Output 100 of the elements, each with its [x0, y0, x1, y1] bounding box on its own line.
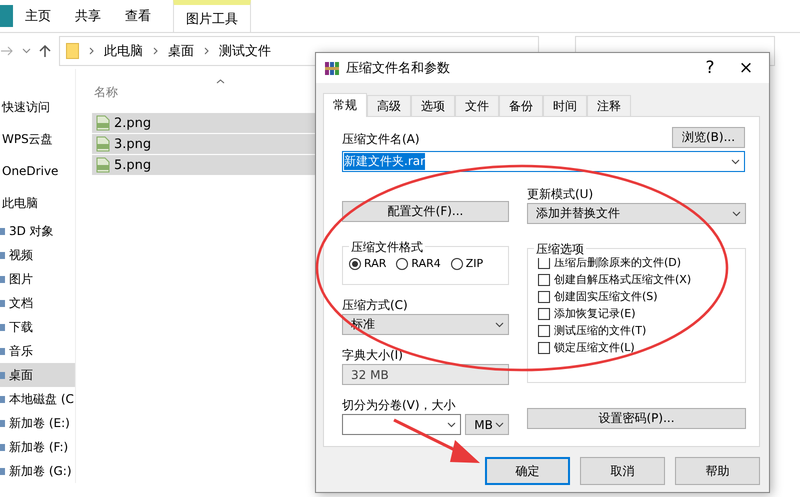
chevron-right-icon — [89, 47, 94, 55]
sidebar-item[interactable]: 视频 — [0, 243, 75, 267]
file-name: 2.png — [114, 116, 152, 130]
tab[interactable]: 文件 — [455, 95, 499, 117]
checkbox-option[interactable]: 添加恢复记录(E) — [538, 305, 741, 322]
sidebar-item[interactable]: 快速访问 — [0, 91, 75, 123]
tab[interactable]: 高级 — [367, 95, 411, 117]
group-title: 压缩文件格式 — [349, 239, 425, 256]
sidebar-item[interactable]: 图片 — [0, 267, 75, 291]
file-row[interactable]: 2.png — [92, 113, 315, 133]
sidebar-label: 桌面 — [9, 366, 33, 384]
sidebar-item[interactable]: 此电脑 — [0, 187, 75, 219]
chevron-down-icon — [731, 158, 740, 164]
field-label: 字典大小(I) — [342, 347, 404, 364]
help-button[interactable]: ? — [695, 58, 725, 78]
file-row[interactable]: 3.png — [92, 134, 315, 154]
sidebar-label: 新加卷 (E:) — [9, 414, 70, 432]
ribbon-tab[interactable]: 查看 — [113, 0, 163, 32]
sidebar-item[interactable]: 音乐 — [0, 339, 75, 363]
checkbox-option[interactable]: 创建固实压缩文件(S) — [538, 288, 741, 305]
group-title: 压缩选项 — [534, 241, 586, 258]
dialog-button[interactable]: 取消 — [580, 457, 665, 485]
tab[interactable]: 选项 — [411, 95, 455, 117]
sidebar-item[interactable]: 桌面 — [0, 363, 75, 387]
sidebar-label: 文档 — [9, 294, 33, 312]
breadcrumb-item[interactable]: 测试文件 — [219, 42, 271, 60]
update-mode-dropdown[interactable]: 添加并替换文件 — [527, 203, 746, 224]
sidebar-label: WPS云盘 — [2, 130, 53, 148]
radio-option[interactable]: ZIP — [450, 257, 484, 270]
field-label: 切分为分卷(V)，大小 — [342, 397, 457, 414]
field-label: 更新模式(U) — [527, 186, 594, 203]
chevron-down-icon — [732, 210, 741, 216]
sidebar-item[interactable]: 新加卷 (E:) — [0, 411, 75, 435]
sidebar-label: 新加卷 (F:) — [9, 438, 68, 456]
breadcrumb-item[interactable]: 桌面 — [168, 42, 194, 60]
drive-icon — [0, 370, 6, 380]
chevron-down-icon — [447, 422, 456, 428]
sidebar-label: 音乐 — [9, 342, 33, 360]
sidebar-label: 快速访问 — [2, 98, 50, 116]
sidebar-item[interactable]: OneDrive — [0, 155, 75, 187]
drive-icon — [0, 466, 6, 476]
ribbon-tab[interactable]: 共享 — [63, 0, 113, 32]
sort-up-icon — [216, 79, 225, 84]
profiles-button[interactable]: 配置文件(F)... — [342, 201, 509, 222]
drive-icon — [0, 394, 6, 404]
sidebar-label: OneDrive — [2, 164, 58, 178]
drive-icon — [0, 274, 6, 284]
radio-option[interactable]: RAR4 — [396, 257, 441, 270]
column-header[interactable]: 名称 — [92, 84, 315, 101]
sidebar-item[interactable]: 本地磁盘 (C — [0, 387, 75, 411]
unit-dropdown[interactable]: MB — [465, 414, 509, 435]
sidebar-label: 图片 — [9, 270, 33, 288]
drive-icon — [0, 226, 6, 236]
chevron-down-icon[interactable] — [22, 48, 31, 54]
sidebar-item[interactable]: 下载 — [0, 315, 75, 339]
drive-icon — [0, 298, 6, 308]
sidebar-item[interactable]: 新加卷 (F:) — [0, 435, 75, 459]
drive-icon — [0, 418, 6, 428]
dialog-button[interactable]: 帮助 — [675, 457, 760, 485]
password-button[interactable]: 设置密码(P)... — [527, 408, 746, 429]
png-file-icon — [96, 136, 110, 152]
sidebar-item[interactable]: WPS云盘 — [0, 123, 75, 155]
archive-books-icon — [324, 60, 340, 76]
tab[interactable]: 注释 — [587, 95, 631, 117]
drive-icon — [0, 442, 6, 452]
png-file-icon — [96, 157, 110, 173]
archive-name-field[interactable]: 新建文件夹.rar — [342, 151, 745, 172]
chevron-down-icon — [495, 322, 504, 328]
sidebar-label: 新加卷 (G:) — [9, 462, 72, 480]
up-arrow-icon[interactable] — [39, 44, 51, 58]
ribbon-tab[interactable]: 图片工具 — [173, 0, 251, 32]
drive-icon — [0, 346, 6, 356]
checkbox-option[interactable]: 测试压缩的文件(T) — [538, 322, 741, 339]
checkbox-option[interactable]: 创建自解压格式压缩文件(X) — [538, 271, 741, 288]
file-row[interactable]: 5.png — [92, 155, 315, 175]
ribbon-tab[interactable]: 主页 — [13, 0, 63, 32]
sidebar-item[interactable]: 文档 — [0, 291, 75, 315]
sidebar-label: 下载 — [9, 318, 33, 336]
radio-option[interactable]: RAR — [349, 257, 386, 270]
folder-icon — [66, 43, 79, 59]
sidebar-label: 视频 — [9, 246, 33, 264]
tab[interactable]: 常规 — [323, 93, 367, 117]
sidebar-label: 本地磁盘 (C — [9, 390, 74, 408]
field-label: 压缩文件名(A) — [342, 131, 420, 148]
chevron-down-icon — [495, 422, 504, 428]
breadcrumb-item[interactable]: 此电脑 — [104, 42, 143, 60]
forward-icon[interactable] — [0, 46, 14, 56]
drive-icon — [0, 250, 6, 260]
checkbox-option[interactable]: 锁定压缩文件(L) — [538, 339, 741, 356]
tab[interactable]: 时间 — [543, 95, 587, 117]
split-size-field[interactable] — [342, 414, 462, 435]
chevron-right-icon — [153, 47, 158, 55]
field-label: 压缩方式(C) — [342, 297, 409, 314]
close-button[interactable]: × — [731, 58, 761, 78]
tab[interactable]: 备份 — [499, 95, 543, 117]
sidebar-item[interactable]: 3D 对象 — [0, 219, 75, 243]
drive-icon — [0, 322, 6, 332]
sidebar-item[interactable]: 新加卷 (G:) — [0, 459, 75, 483]
browse-button[interactable]: 浏览(B)... — [672, 127, 745, 148]
dialog-button[interactable]: 确定 — [485, 457, 570, 485]
